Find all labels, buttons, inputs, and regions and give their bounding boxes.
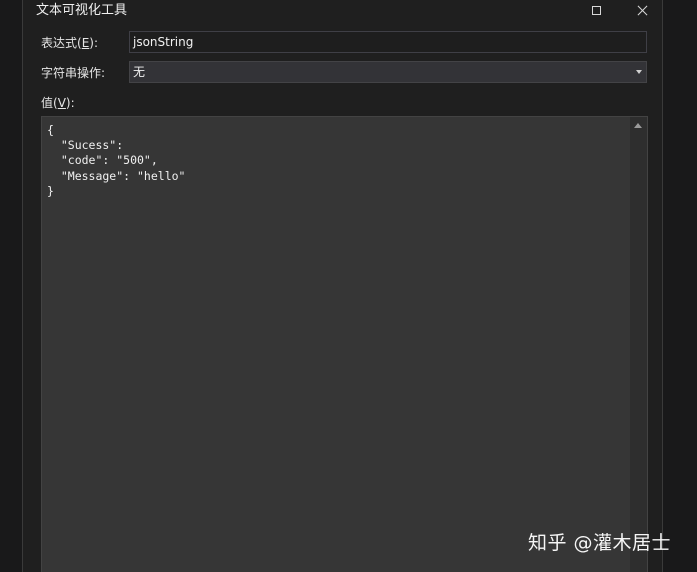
value-textarea[interactable]: { "Sucess": "code": "500", "Message": "h… [41,116,648,572]
value-content: { "Sucess": "code": "500", "Message": "h… [47,123,186,198]
expression-label-close: ): [89,36,99,50]
vertical-scrollbar[interactable] [630,117,647,572]
maximize-button[interactable] [578,0,614,20]
window-title: 文本可视化工具 [36,3,128,18]
close-button[interactable] [624,0,660,20]
string-operation-dropdown[interactable]: 无 [129,61,647,83]
value-label: 值(V): [41,95,75,111]
zhihu-watermark: 知乎 @灌木居士 [528,532,672,554]
text-visualizer-dialog: 文本可视化工具 表达式(E): jsonString 字符串操作: 无 值(V)… [22,0,663,572]
value-label-close: ): [65,96,75,110]
background-right [663,0,697,572]
title-bar[interactable]: 文本可视化工具 [23,0,662,22]
string-operation-selected: 无 [133,65,146,79]
expression-input[interactable]: jsonString [129,31,647,53]
expression-label: 表达式(E): [41,35,98,51]
expression-label-text: 表达式 [41,36,78,50]
string-operation-label: 字符串操作: [41,66,106,80]
background-left [0,0,22,572]
maximize-icon [591,5,601,15]
close-icon [637,5,648,16]
chevron-down-icon[interactable] [636,70,642,74]
value-label-text: 值 [41,96,54,110]
scroll-up-icon[interactable] [634,123,642,128]
value-label-mnemonic: V [57,96,66,110]
